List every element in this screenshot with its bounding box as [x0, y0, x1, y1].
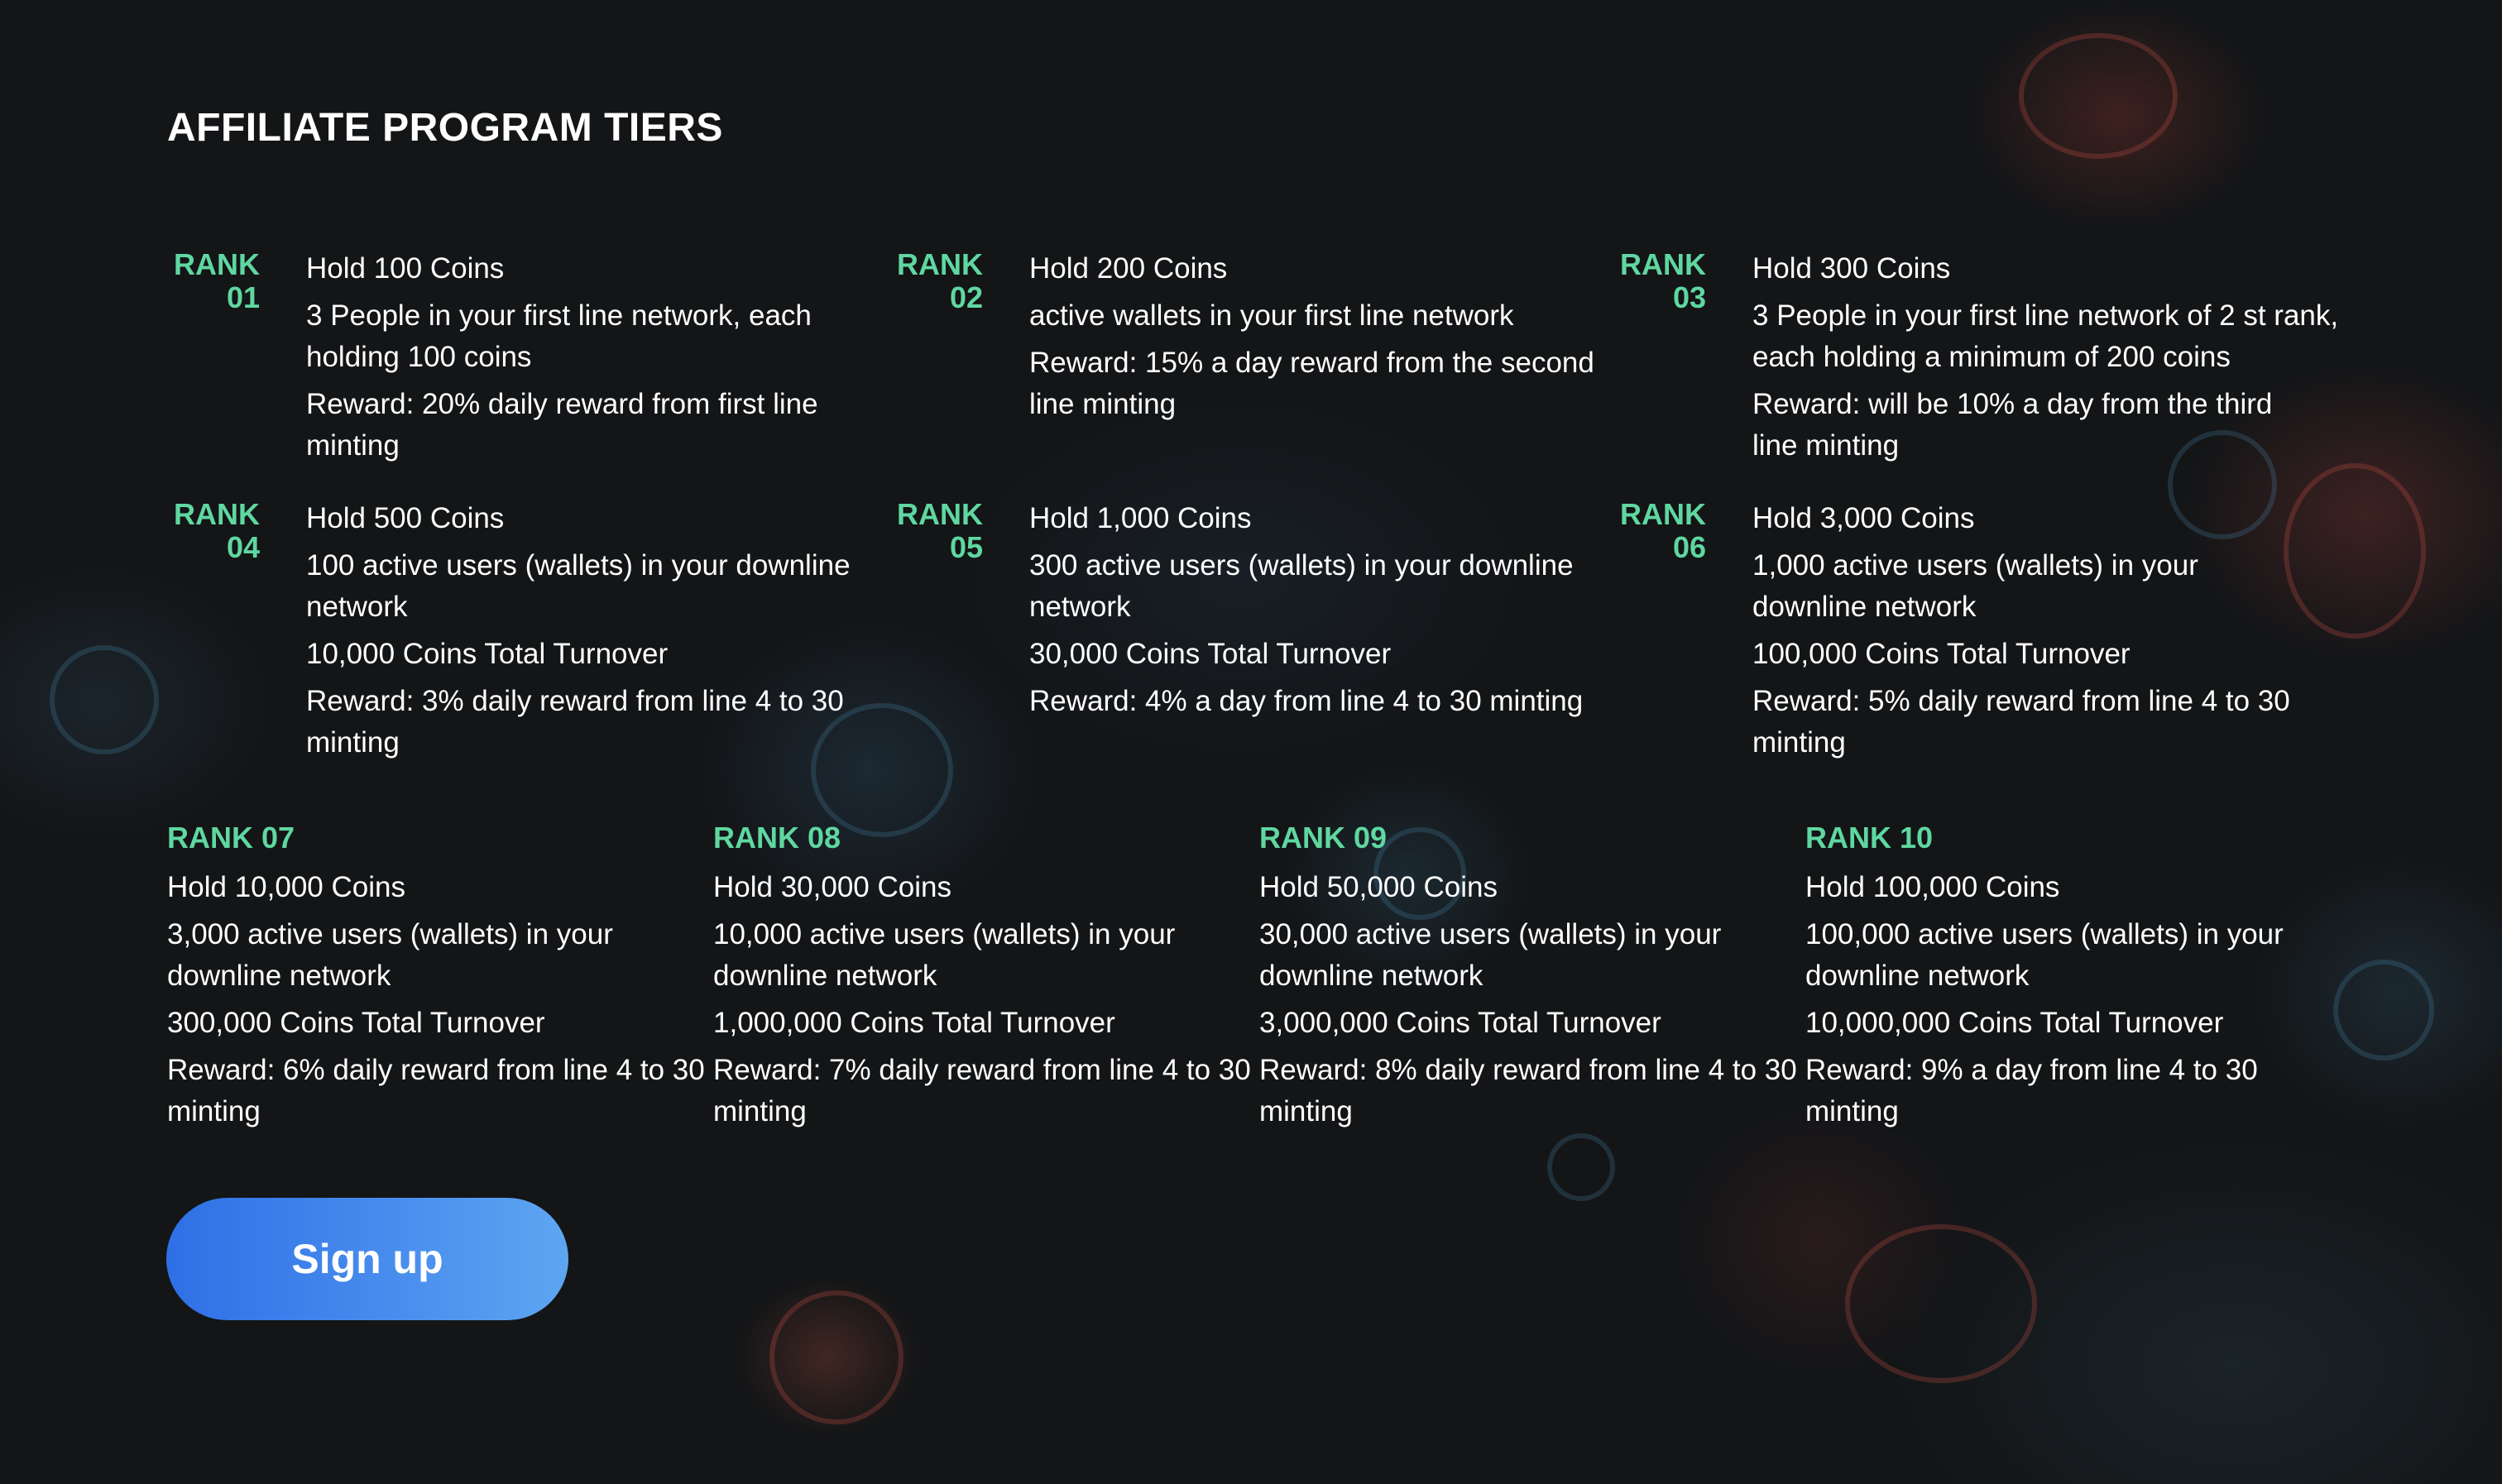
rank-label: RANK 08 [713, 821, 841, 854]
rank-label: RANK 06 [1615, 498, 1706, 564]
network-requirement: 30,000 active users (wallets) in your do… [1259, 918, 1722, 992]
reward-text: Reward: 7% daily reward from line 4 to 3… [713, 1054, 1251, 1127]
network-requirement: 10,000 active users (wallets) in your do… [713, 918, 1176, 992]
hold-requirement: Hold 100 Coins [306, 252, 505, 285]
rank-requirements: Hold 200 Coins active wallets in your fi… [1029, 248, 1600, 431]
rank-label: RANK 05 [892, 498, 983, 564]
sign-up-button[interactable]: Sign up [166, 1198, 568, 1320]
turnover-requirement: 100,000 Coins Total Turnover [1752, 638, 2131, 670]
turnover-requirement: 1,000,000 Coins Total Turnover [713, 1007, 1115, 1039]
rank-word: RANK [1620, 247, 1706, 281]
affiliate-section: AFFILIATE PROGRAM TIERS RANK 01 Hold 100… [0, 0, 2502, 1484]
hold-requirement: Hold 30,000 Coins [713, 871, 951, 903]
network-requirement-hold: Hold 1,000 Coins [1029, 502, 1252, 534]
rank-word: RANK [1620, 497, 1706, 531]
rank-word: RANK [897, 247, 983, 281]
rank-tier-07: RANK 07 Hold 10,000 Coins 3,000 active u… [167, 817, 705, 1138]
rank-tier-09: RANK 09 Hold 50,000 Coins 30,000 active … [1259, 817, 1797, 1138]
hold-requirement: Hold 200 Coins [1029, 252, 1228, 285]
rank-requirements: Hold 1,000 Coins 300 active users (walle… [1029, 498, 1600, 728]
rank-label: RANK 09 [1259, 821, 1388, 854]
rank-tier-08: RANK 08 Hold 30,000 Coins 10,000 active … [713, 817, 1251, 1138]
network-requirement: 100,000 active users (wallets) in your d… [1805, 918, 2284, 992]
reward-text: Reward: 6% daily reward from line 4 to 3… [167, 1054, 705, 1127]
rank-tier-10: RANK 10 Hold 100,000 Coins 100,000 activ… [1805, 817, 2335, 1138]
rank-number: 06 [1672, 530, 1706, 564]
reward-text: Reward: 15% a day reward from the second… [1029, 347, 1594, 420]
hold-requirement: Hold 500 Coins [306, 502, 505, 534]
network-requirement: 3 People in your first line network of 2… [1752, 299, 2339, 373]
network-requirement: 3,000 active users (wallets) in your dow… [167, 918, 613, 992]
rank-word: RANK [174, 247, 260, 281]
rank-number: 01 [226, 280, 260, 314]
turnover-requirement: 300,000 Coins Total Turnover [167, 1007, 545, 1039]
reward-text: Reward: 9% a day from line 4 to 30 minti… [1805, 1054, 2258, 1127]
network-requirement: 300 active users (wallets) in your downl… [1029, 549, 1574, 623]
rank-label: RANK 01 [169, 248, 260, 314]
reward-text: Reward: 20% daily reward from first line… [306, 388, 818, 462]
rank-label: RANK 03 [1615, 248, 1706, 314]
page-title: AFFILIATE PROGRAM TIERS [167, 106, 723, 150]
reward-text: Reward: 4% a day from line 4 to 30 minti… [1029, 685, 1584, 717]
hold-requirement: Hold 100,000 Coins [1805, 871, 2060, 903]
rank-number: 04 [226, 530, 260, 564]
rank-requirements: Hold 300 Coins 3 People in your first li… [1752, 248, 2348, 472]
hold-requirement: Hold 10,000 Coins [167, 871, 405, 903]
rank-word: RANK [897, 497, 983, 531]
rank-requirements: Hold 3,000 Coins 1,000 active users (wal… [1752, 498, 2332, 769]
rank-number: 05 [949, 530, 983, 564]
reward-text: Reward: 5% daily reward from line 4 to 3… [1752, 685, 2290, 759]
turnover-requirement: 30,000 Coins Total Turnover [1029, 638, 1392, 670]
reward-text: Reward: 8% daily reward from line 4 to 3… [1259, 1054, 1797, 1127]
rank-label: RANK 02 [892, 248, 983, 314]
turnover-requirement: 3,000,000 Coins Total Turnover [1259, 1007, 1661, 1039]
rank-number: 02 [949, 280, 983, 314]
network-requirement: active wallets in your first line networ… [1029, 299, 1514, 332]
rank-requirements: Hold 100 Coins 3 People in your first li… [306, 248, 877, 472]
rank-label: RANK 04 [169, 498, 260, 564]
network-requirement: 3 People in your first line network, eac… [306, 299, 812, 373]
rank-word: RANK [174, 497, 260, 531]
hold-requirement: Hold 3,000 Coins [1752, 502, 1975, 534]
hold-requirement: Hold 50,000 Coins [1259, 871, 1498, 903]
hold-requirement: Hold 300 Coins [1752, 252, 1951, 285]
rank-number: 03 [1672, 280, 1706, 314]
network-requirement: 1,000 active users (wallets) in your dow… [1752, 549, 2198, 623]
turnover-requirement: 10,000,000 Coins Total Turnover [1805, 1007, 2224, 1039]
turnover-requirement: 10,000 Coins Total Turnover [306, 638, 669, 670]
rank-label: RANK 10 [1805, 821, 1934, 854]
rank-requirements: Hold 500 Coins 100 active users (wallets… [306, 498, 877, 769]
reward-text: Reward: will be 10% a day from the third… [1752, 388, 2273, 462]
reward-text: Reward: 3% daily reward from line 4 to 3… [306, 685, 844, 759]
rank-label: RANK 07 [167, 821, 295, 854]
network-requirement: 100 active users (wallets) in your downl… [306, 549, 851, 623]
